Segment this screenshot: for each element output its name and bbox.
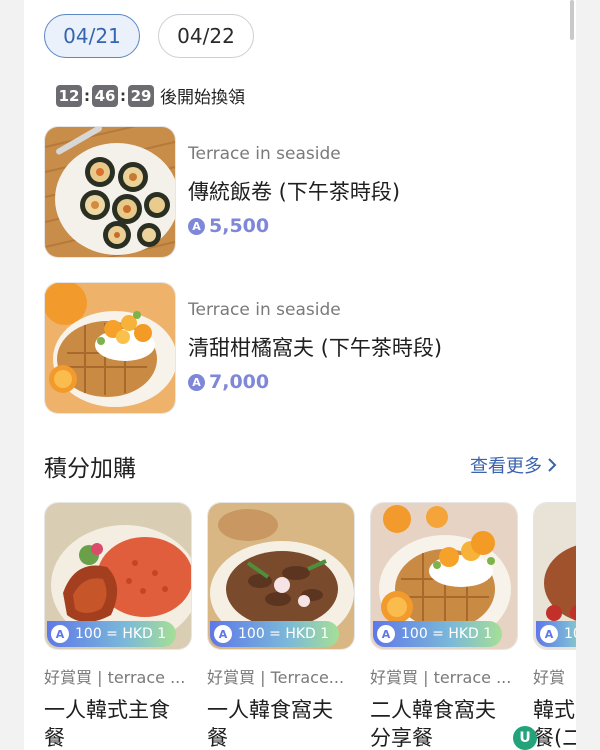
offer-title: 傳統飯卷 (下午茶時段) — [188, 180, 401, 204]
offer-points: A 7,000 — [188, 371, 269, 393]
product-name-line: 一人韓食窩夫 — [207, 698, 333, 722]
product-name-line: 餐 — [44, 726, 65, 750]
partial-food-photo: A 10 — [533, 502, 576, 650]
kimbap-photo — [44, 126, 176, 258]
product-name-line: 餐 — [207, 726, 228, 750]
bulgogi-photo: A 100 = HKD 1 — [207, 502, 355, 650]
product-store: 好賞買 | Terrace... — [207, 668, 345, 687]
product-name-line: 餐(二 — [533, 726, 576, 750]
product-card[interactable]: A 100 = HKD 1 好賞買 | Terrace... 一人韓食窩夫 餐 — [207, 502, 355, 750]
countdown-hours: 12 — [56, 84, 82, 107]
view-more-link[interactable]: 查看更多 — [470, 452, 558, 478]
offer-store: Terrace in seaside — [188, 144, 341, 164]
points-badge: A 10 — [536, 621, 576, 647]
offer-item-orange-waffle[interactable]: Terrace in seaside 清甜柑橘窩夫 (下午茶時段) A 7,00… — [44, 282, 564, 414]
orange-waffle-photo: A 100 = HKD 1 — [370, 502, 518, 650]
countdown-timer: 12 : 46 : 29 後開始換領 — [56, 83, 245, 108]
product-name: 一人韓式主食 餐 — [44, 696, 192, 750]
points-value: 5,500 — [209, 215, 270, 237]
countdown-label: 後開始換領 — [160, 88, 245, 108]
points-icon: A — [51, 625, 69, 643]
product-store: 好賞買 | terrace ... — [370, 668, 512, 687]
date-tab-0422[interactable]: 04/22 — [158, 14, 254, 58]
chevron-right-icon — [548, 458, 557, 472]
chicken-rice-photo: A 100 = HKD 1 — [44, 502, 192, 650]
points-icon: A — [540, 625, 558, 643]
points-value: 7,000 — [209, 371, 270, 393]
product-card[interactable]: A 100 = HKD 1 好賞買 | terrace ... 二人韓食窩夫 分… — [370, 502, 518, 750]
product-store: 好賞 — [533, 668, 566, 687]
offer-points: A 5,500 — [188, 215, 269, 237]
points-badge: A 100 = HKD 1 — [210, 621, 340, 647]
view-more-label: 查看更多 — [470, 456, 542, 477]
points-badge: A 100 = HKD 1 — [47, 621, 177, 647]
product-name: 一人韓食窩夫 餐 — [207, 696, 355, 750]
product-name-line: 分享餐 — [370, 726, 433, 750]
points-badge: A 100 = HKD 1 — [373, 621, 503, 647]
badge-text: 10 — [564, 626, 576, 642]
product-name: 韓式 餐(二 — [533, 696, 576, 750]
product-name-line: 一人韓式主食 — [44, 698, 170, 722]
countdown-minutes: 46 — [92, 84, 118, 107]
points-icon: A — [377, 625, 395, 643]
offer-item-kimbap[interactable]: Terrace in seaside 傳統飯卷 (下午茶時段) A 5,500 — [44, 126, 564, 258]
product-name-line: 韓式 — [533, 698, 575, 722]
points-icon: A — [188, 217, 205, 235]
countdown-separator: : — [84, 86, 90, 105]
product-card[interactable]: A 100 = HKD 1 好賞買 | terrace ... 一人韓式主食 餐 — [44, 502, 192, 750]
date-tab-0421[interactable]: 04/21 — [44, 14, 140, 58]
countdown-seconds: 29 — [128, 84, 154, 107]
badge-text: 100 = HKD 1 — [238, 626, 330, 642]
section-title: 積分加購 — [44, 456, 136, 482]
product-name: 二人韓食窩夫 分享餐 — [370, 696, 518, 750]
badge-text: 100 = HKD 1 — [75, 626, 167, 642]
badge-text: 100 = HKD 1 — [401, 626, 493, 642]
points-icon: A — [188, 373, 205, 391]
scrollbar[interactable] — [570, 0, 574, 40]
product-name-line: 二人韓食窩夫 — [370, 698, 496, 722]
floating-app-icon[interactable]: U — [513, 726, 537, 750]
orange-waffle-photo — [44, 282, 176, 414]
product-card[interactable]: A 10 好賞 韓式 餐(二 — [533, 502, 576, 750]
offer-title: 清甜柑橘窩夫 (下午茶時段) — [188, 336, 443, 360]
product-store: 好賞買 | terrace ... — [44, 668, 186, 687]
offer-store: Terrace in seaside — [188, 300, 341, 320]
points-icon: A — [214, 625, 232, 643]
content-card: 04/21 04/22 12 : 46 : 29 後開始換領 Terrace i… — [24, 0, 576, 750]
countdown-separator: : — [120, 86, 126, 105]
